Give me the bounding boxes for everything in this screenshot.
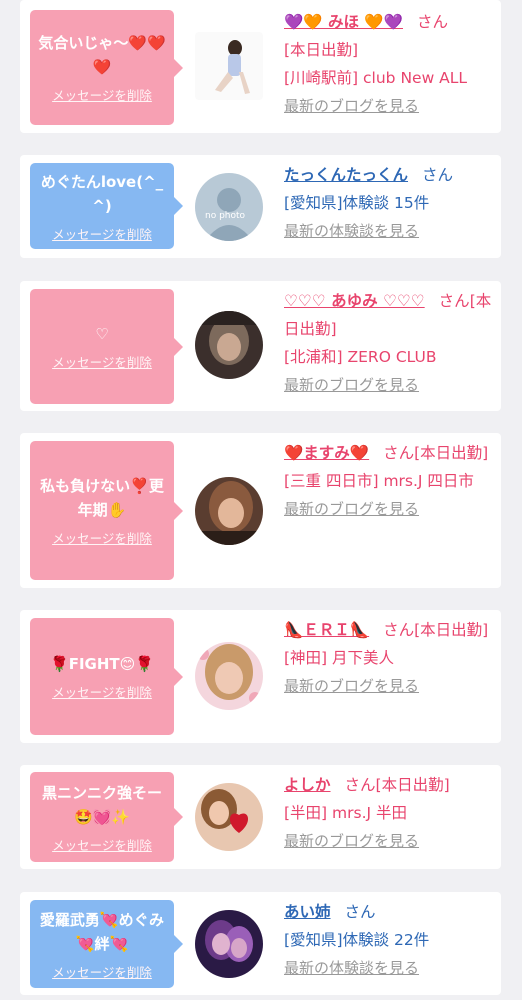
honorific: さん [438,292,470,310]
message-bubble: 黒ニンニク強そー🤩💓✨ メッセージを削除 [30,772,183,862]
message-bubble: 私も負けない❣️更年期✋ メッセージを削除 [30,441,183,580]
message-card: 気合いじゃ〜❤️❤️❤️ メッセージを削除 💜🧡 みほ 🧡💜 さん [本日出勤] … [20,0,501,133]
photo-dark-icon[interactable] [195,311,263,379]
status-text: [本日出勤] [414,444,489,462]
message-bubble: 愛羅武勇💘めぐみ💘絆💘 メッセージを削除 [30,900,183,988]
shop-detail: [北浦和] ZERO CLUB [284,348,437,366]
name-line: よしか さん[本日出勤] [284,771,494,799]
status-text: [本日出勤] [284,41,359,59]
message-card: めぐたんlove(^_^) メッセージを削除 no photo たっくんたっくん… [20,155,501,258]
status-text: [本日出勤] [414,621,489,639]
user-name-link[interactable]: ♡♡♡ あゆみ ♡♡♡ [284,292,425,310]
review-count: [愛知県]体験談 15件 [284,194,430,212]
message-bubble: めぐたんlove(^_^) メッセージを削除 [30,163,183,249]
latest-review-link[interactable]: 最新の体験談を見る [284,217,494,245]
message-text: 気合いじゃ〜❤️❤️❤️ [38,34,166,76]
delete-message-link[interactable]: メッセージを削除 [52,85,152,104]
message-card: 愛羅武勇💘めぐみ💘絆💘 メッセージを削除 あい姉 さん [愛知県]体験談 22件 … [20,892,501,995]
honorific: さん [422,166,454,184]
user-name-link[interactable]: よしか [284,776,331,794]
message-bubble: 🌹FIGHT😊🌹 メッセージを削除 [30,618,183,735]
photo-blonde-icon[interactable] [195,642,263,710]
photo-heart-balloon-icon[interactable] [195,783,263,851]
user-name-link[interactable]: たっくんたっくん [284,166,408,184]
delete-message-link[interactable]: メッセージを削除 [52,682,152,701]
latest-blog-link[interactable]: 最新のブログを見る [284,371,494,399]
card-info: ♡♡♡ あゆみ ♡♡♡ さん[本日出勤] [北浦和] ZERO CLUB 最新のブ… [284,287,494,399]
message-text: 🌹FIGHT😊🌹 [50,655,154,673]
review-count: [愛知県]体験談 22件 [284,931,430,949]
photo-purple-icon[interactable] [195,910,263,978]
name-line: たっくんたっくん さん [284,161,494,189]
honorific: さん [383,444,415,462]
message-bubble: ♡ メッセージを削除 [30,289,183,404]
message-text: 愛羅武勇💘めぐみ💘絆💘 [39,910,165,953]
no-photo-icon[interactable]: no photo [195,173,263,241]
message-card: ♡ メッセージを削除 ♡♡♡ あゆみ ♡♡♡ さん[本日出勤] [北浦和] ZER… [20,281,501,411]
card-info: 👠ＥＲＩ👠 さん[本日出勤] [神田] 月下美人 最新のブログを見る [284,616,494,700]
latest-blog-link[interactable]: 最新のブログを見る [284,827,494,855]
user-name-link[interactable]: ❤️ますみ❤️ [284,444,369,462]
user-name-link[interactable]: あい姉 [284,903,331,921]
name-line: 💜🧡 みほ 🧡💜 さん [284,8,494,36]
name-line: ♡♡♡ あゆみ ♡♡♡ さん[本日出勤] [284,287,494,343]
delete-message-link[interactable]: メッセージを削除 [52,835,152,854]
delete-message-link[interactable]: メッセージを削除 [52,528,152,547]
delete-message-link[interactable]: メッセージを削除 [52,352,152,371]
latest-review-link[interactable]: 最新の体験談を見る [284,954,494,982]
name-line: 👠ＥＲＩ👠 さん[本日出勤] [284,616,494,644]
photo-selfie-icon[interactable] [195,477,263,545]
message-text: 私も負けない❣️更年期✋ [40,477,164,519]
shop-detail: [神田] 月下美人 [284,649,395,667]
name-line: あい姉 さん [284,898,494,926]
user-name-link[interactable]: 👠ＥＲＩ👠 [284,621,369,639]
honorific: さん [417,13,449,31]
card-info: あい姉 さん [愛知県]体験談 22件 最新の体験談を見る [284,898,494,982]
message-text: 黒ニンニク強そー🤩💓✨ [41,783,162,826]
shop-detail: [三重 四日市] mrs.J 四日市 [284,472,474,490]
name-line: ❤️ますみ❤️ さん[本日出勤] [284,439,494,467]
user-name-link[interactable]: 💜🧡 みほ 🧡💜 [284,13,403,31]
latest-blog-link[interactable]: 最新のブログを見る [284,92,494,120]
message-card: 🌹FIGHT😊🌹 メッセージを削除 👠ＥＲＩ👠 さん[本日出勤] [神田] 月下美… [20,610,501,743]
shop-detail: [半田] mrs.J 半田 [284,804,407,822]
shop-detail: [川崎駅前] club New ALL [284,69,468,87]
message-card: 黒ニンニク強そー🤩💓✨ メッセージを削除 よしか さん[本日出勤] [半田] mr… [20,765,501,869]
message-text: めぐたんlove(^_^) [40,172,164,215]
card-info: たっくんたっくん さん [愛知県]体験談 15件 最新の体験談を見る [284,161,494,245]
message-list: 気合いじゃ〜❤️❤️❤️ メッセージを削除 💜🧡 みほ 🧡💜 さん [本日出勤] … [0,0,522,1000]
photo-girl-icon[interactable] [195,32,263,100]
honorific: さん [344,776,376,794]
no-photo-label: no photo [205,211,246,221]
honorific: さん [344,903,376,921]
delete-message-link[interactable]: メッセージを削除 [52,962,152,981]
latest-blog-link[interactable]: 最新のブログを見る [284,672,494,700]
honorific: さん [383,621,415,639]
message-text: ♡ [95,325,109,343]
latest-blog-link[interactable]: 最新のブログを見る [284,495,494,523]
card-info: よしか さん[本日出勤] [半田] mrs.J 半田 最新のブログを見る [284,771,494,855]
message-card: 私も負けない❣️更年期✋ メッセージを削除 ❤️ますみ❤️ さん[本日出勤] [三… [20,433,501,588]
card-info: ❤️ますみ❤️ さん[本日出勤] [三重 四日市] mrs.J 四日市 最新のブロ… [284,439,494,523]
delete-message-link[interactable]: メッセージを削除 [52,224,152,243]
status-text: [本日出勤] [375,776,450,794]
message-bubble: 気合いじゃ〜❤️❤️❤️ メッセージを削除 [30,10,183,125]
card-info: 💜🧡 みほ 🧡💜 さん [本日出勤] [川崎駅前] club New ALL 最新… [284,8,494,120]
